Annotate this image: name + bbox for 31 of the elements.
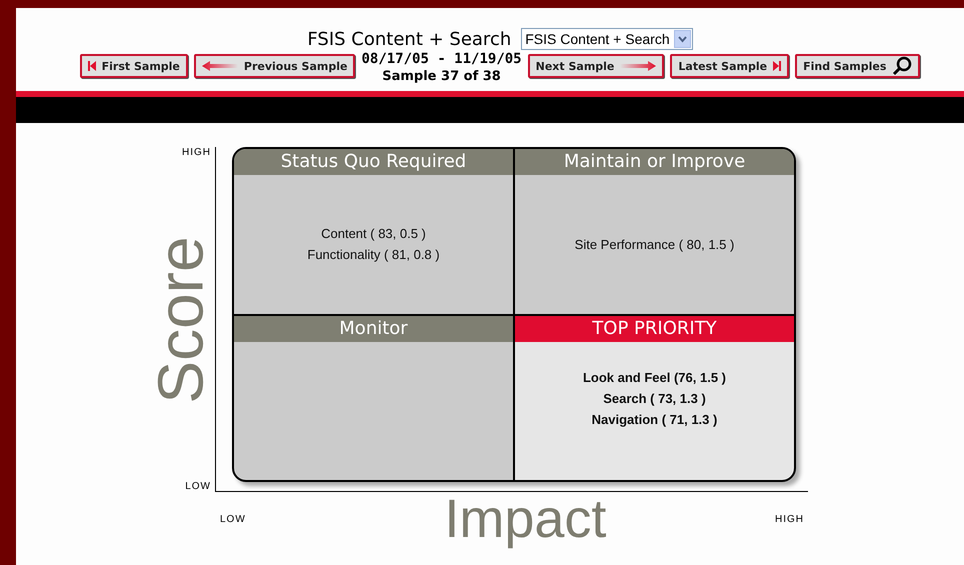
nav-button[interactable]: Latest Sample: [670, 54, 790, 78]
axis-label: LOW: [185, 481, 211, 492]
nav-button[interactable]: Next Sample: [528, 54, 664, 78]
axis-label: HIGH: [182, 147, 211, 158]
quadrant-title: TOP PRIORITY: [515, 316, 794, 342]
quadrant-title: Maintain or Improve: [515, 149, 794, 175]
skip-forward-icon: [773, 61, 782, 71]
dropdown-caret-icon: [674, 30, 691, 48]
quadrant-item: Search ( 73, 1.3 ): [603, 390, 706, 406]
quadrant-item: Content ( 83, 0.5 ): [321, 226, 426, 242]
survey-select[interactable]: FSIS Content + Search: [521, 28, 693, 50]
quadrant-item: Look and Feel (76, 1.5 ): [582, 370, 726, 384]
x-axis-title: Impact: [444, 492, 606, 546]
page-title: FSIS Content + Search: [307, 28, 512, 50]
nav-button[interactable]: Previous Sample: [194, 54, 356, 78]
axis-label: LOW: [220, 514, 246, 524]
nav-button[interactable]: First Sample: [80, 54, 188, 78]
search-icon: [892, 56, 912, 76]
skip-back-icon: [88, 61, 96, 71]
arrow-right-icon: [620, 61, 656, 71]
axis-label: HIGH: [775, 514, 804, 524]
quadrant-item: Functionality ( 81, 0.8 ): [307, 247, 440, 262]
quadrant-item: Navigation ( 71, 1.3 ): [592, 412, 718, 426]
quadrant-item: Site Performance ( 80, 1.5 ): [574, 236, 734, 252]
date-range: 08/17/05 - 11/19/05: [361, 51, 522, 68]
quadrant-title: Monitor: [234, 316, 513, 342]
arrow-left-icon: [202, 61, 238, 71]
y-axis-title: Score: [149, 236, 213, 404]
quadrant-title: Status Quo Required: [234, 149, 513, 175]
nav-button[interactable]: Find Samples: [795, 54, 920, 78]
sample-counter: Sample 37 of 38: [382, 68, 501, 85]
